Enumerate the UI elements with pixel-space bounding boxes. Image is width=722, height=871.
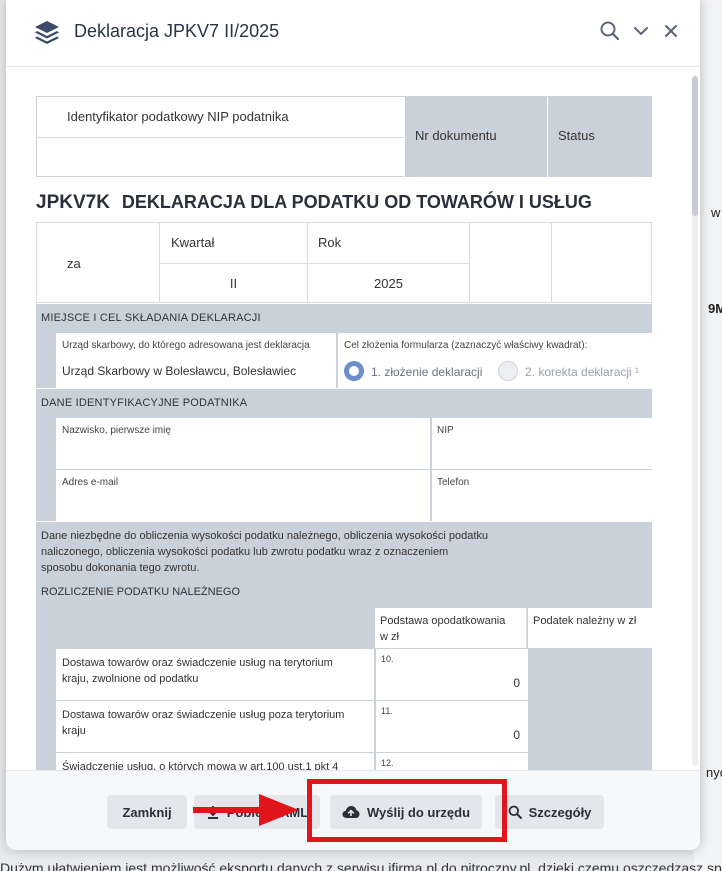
calc-intro-line3: sposobu dokonania tego zwrotu. — [41, 562, 200, 574]
option-correction-label: 2. korekta deklaracji ¹ — [525, 365, 640, 379]
amount-field-10[interactable]: 10. 0 — [376, 649, 528, 700]
section-title: DANE IDENTYFIKACYJNE PODATNIKA — [41, 397, 248, 409]
email-label: Adres e-mail — [62, 477, 119, 488]
amount-field-12[interactable]: 12. — [376, 753, 528, 770]
document-code: JPKV7K — [36, 192, 110, 213]
phone-field[interactable]: Telefon — [432, 470, 652, 521]
section-tax-calculation: Dane niezbędne do obliczenia wysokości p… — [36, 522, 652, 770]
purpose-label: Cel złożenia formularza (zaznaczyć właśc… — [344, 340, 588, 351]
option-submission-label: 1. złożenie deklaracji — [371, 365, 483, 379]
nip-label: NIP — [437, 425, 454, 436]
tax-office-field[interactable]: Urząd skarbowy, do którego adresowana je… — [56, 333, 336, 388]
row-label-line1: Dostawa towarów oraz świadczenie usług p… — [62, 709, 345, 721]
row-label-line2: kraju — [62, 725, 86, 737]
modal-body[interactable]: Identyfikator podatkowy NIP podatnika Nr… — [6, 68, 700, 770]
background-bottom-text: Dużym ułatwieniem jest możliwość eksport… — [0, 860, 722, 871]
period-empty-cell — [470, 223, 552, 303]
subsection-title: ROZLICZENIE PODATKU NALEŻNEGO — [41, 586, 241, 598]
section-place-purpose: MIEJSCE I CEL SKŁADANIA DEKLARACJI Urząd… — [36, 304, 652, 388]
search-icon — [508, 805, 522, 819]
field-value: 0 — [513, 676, 520, 690]
chevron-down-icon[interactable] — [630, 20, 652, 42]
modal-header: Deklaracja JPKV7 II/2025 — [6, 0, 700, 67]
field-value: 0 — [513, 728, 520, 742]
annotation-arrow-icon — [193, 794, 299, 826]
radio-correction[interactable] — [498, 361, 518, 381]
layers-icon — [35, 21, 59, 44]
scrollbar-thumb[interactable] — [692, 76, 698, 216]
tax-office-value: Urząd Skarbowy w Bolesławcu, Bolesławiec — [62, 364, 297, 378]
scrollbar[interactable] — [692, 76, 698, 766]
close-button-label: Zamknij — [122, 804, 172, 820]
tax-office-label: Urząd skarbowy, do którego adresowana je… — [62, 340, 310, 351]
quarter-value: II — [160, 264, 308, 303]
section-identification: DANE IDENTYFIKACYJNE PODATNIKA Nazwisko,… — [36, 389, 652, 521]
document-title-text: DEKLARACJA DLA PODATKU OD TOWARÓW I USŁU… — [121, 192, 592, 212]
calc-intro-line2: naliczonego, obliczenia wysokości podatk… — [41, 546, 449, 558]
document-title: JPKV7K DEKLARACJA DLA PODATKU OD TOWARÓW … — [36, 192, 592, 214]
period-za-label: za — [37, 223, 160, 303]
name-field[interactable]: Nazwisko, pierwsze imię — [56, 418, 430, 469]
section-title: MIEJSCE I CEL SKŁADANIA DEKLARACJI — [41, 312, 261, 324]
email-field[interactable]: Adres e-mail — [56, 470, 430, 521]
modal-title: Deklaracja JPKV7 II/2025 — [74, 21, 280, 41]
calc-intro-line1: Dane niezbędne do obliczenia wysokości p… — [41, 530, 489, 542]
row-label-line1: Dostawa towarów oraz świadczenie usług n… — [62, 657, 333, 669]
nip-header-label: Identyfikator podatkowy NIP podatnika — [37, 97, 404, 138]
column-tax-label: Podatek należny w zł — [533, 615, 637, 627]
annotation-highlight-box — [307, 779, 507, 842]
row-label-10: Dostawa towarów oraz świadczenie usług n… — [56, 649, 374, 700]
column-base-line1: Podstawa opodatkowania — [380, 615, 506, 627]
row-label-line1: Świadczenie usług, o których mowa w art.… — [62, 761, 339, 770]
field-number: 12. — [381, 758, 394, 768]
header-table: Identyfikator podatkowy NIP podatnika Nr… — [36, 96, 652, 177]
purpose-field: Cel złożenia formularza (zaznaczyć właśc… — [338, 333, 652, 388]
field-number: 11. — [381, 706, 393, 716]
year-value: 2025 — [308, 264, 470, 303]
document-number-label: Nr dokumentu — [404, 97, 547, 177]
year-label: Rok — [308, 223, 470, 264]
background-text-nyc: nyc — [706, 765, 722, 780]
row-label-line2: kraju, zwolnione od podatku — [62, 673, 199, 685]
amount-field-11[interactable]: 11. 0 — [376, 701, 528, 752]
period-table: za Kwartał II Rok 2025 — [36, 222, 652, 303]
radio-submission[interactable] — [344, 361, 364, 381]
close-button[interactable]: Zamknij — [107, 795, 187, 829]
background-text-9m: 9M — [708, 301, 722, 316]
column-header-tax: Podatek należny w zł — [528, 608, 652, 648]
close-icon[interactable] — [660, 20, 682, 42]
background-text-w: w — [711, 205, 721, 220]
nip-header-value — [37, 138, 404, 177]
field-number: 10. — [381, 654, 394, 664]
quarter-label: Kwartał — [160, 223, 308, 264]
nip-field[interactable]: NIP — [432, 418, 652, 469]
row-label-12: Świadczenie usług, o których mowa w art.… — [56, 753, 374, 770]
status-label: Status — [547, 97, 652, 177]
declaration-modal: Deklaracja JPKV7 II/2025 Identyfikator p… — [6, 0, 700, 850]
search-icon[interactable] — [599, 20, 621, 42]
details-label: Szczegóły — [528, 804, 592, 820]
column-header-base: Podstawa opodatkowania w zł — [375, 608, 527, 648]
column-base-line2: w zł — [380, 631, 399, 643]
phone-label: Telefon — [437, 477, 470, 488]
period-empty-cell — [552, 223, 652, 303]
row-label-11: Dostawa towarów oraz świadczenie usług p… — [56, 701, 374, 752]
details-button[interactable]: Szczegóły — [495, 795, 604, 829]
name-label: Nazwisko, pierwsze imię — [62, 425, 171, 436]
